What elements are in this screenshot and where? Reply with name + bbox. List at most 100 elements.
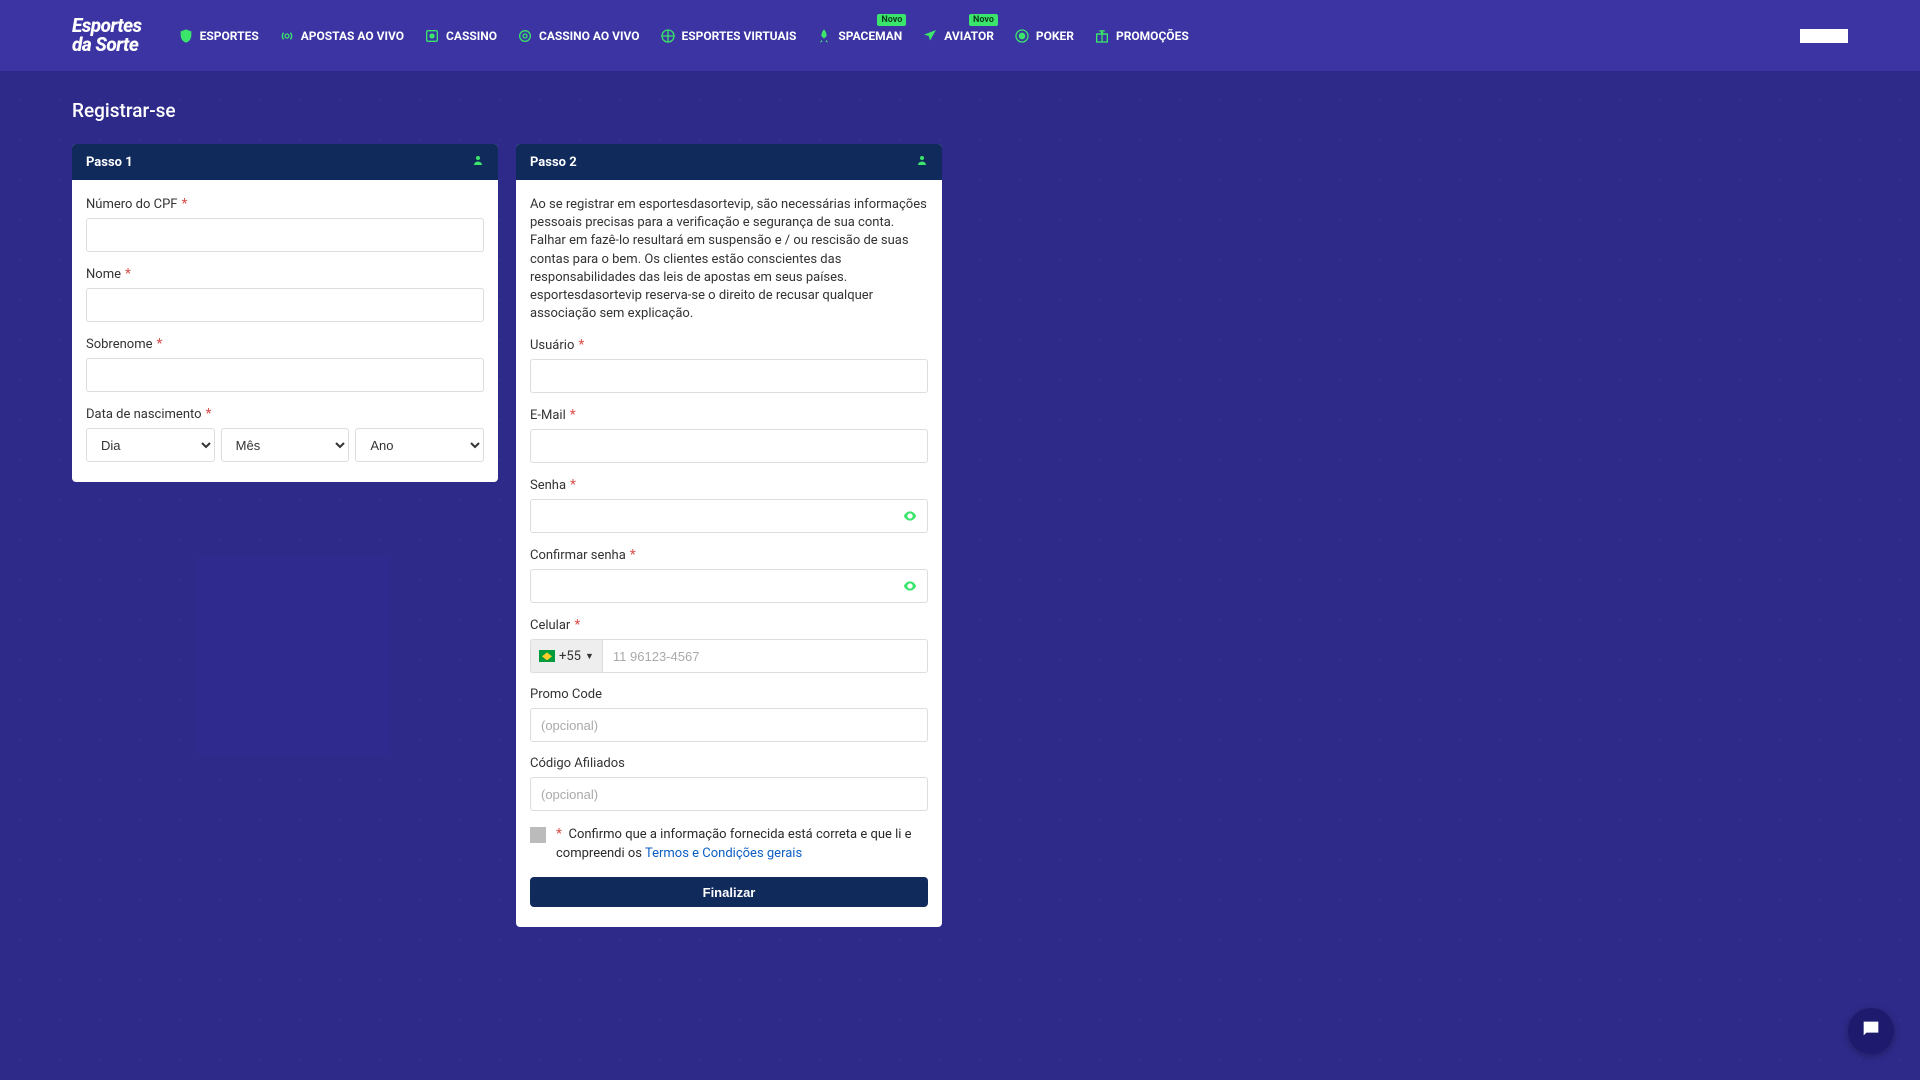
dob-day-select[interactable]: Dia	[86, 428, 215, 462]
phone-prefix-selector[interactable]: +55 ▼	[530, 639, 602, 673]
email-field: E-Mail *	[530, 407, 928, 463]
celular-field: Celular * +55 ▼	[530, 617, 928, 673]
step2-title: Passo 2	[530, 155, 577, 170]
brand-line2: da Sorte	[72, 36, 142, 54]
terms-row: * Confirmo que a informação fornecida es…	[530, 825, 928, 863]
nav-item-cassino-ao-vivo[interactable]: CASSINO AO VIVO	[517, 28, 640, 44]
form-row: Passo 1 Número do CPF* Nome* S	[72, 144, 1848, 927]
usuario-label: Usuário	[530, 338, 574, 353]
nav-item-promocoes[interactable]: PROMOÇÕES	[1094, 28, 1189, 44]
required-icon: *	[570, 407, 576, 423]
terms-checkbox[interactable]	[530, 827, 546, 843]
nav-item-poker[interactable]: POKER	[1014, 28, 1074, 44]
dob-month-select[interactable]: Mês	[221, 428, 350, 462]
submit-button[interactable]: Finalizar	[530, 877, 928, 907]
usuario-field: Usuário *	[530, 337, 928, 393]
step1-body: Número do CPF * Nome * Sobrenome * Data de …	[72, 180, 498, 482]
page-title: Registrar-se	[72, 99, 1848, 122]
step2-card: Passo 2 Ao se registrar em esportesdasor…	[516, 144, 942, 927]
phone-prefix-value: +55	[559, 649, 581, 664]
badge-novo: Novo	[877, 14, 906, 26]
nav-item-esportes[interactable]: ESPORTES	[178, 28, 259, 44]
header: Esportes da Sorte ESPORTES APOSTAS AO VI…	[0, 0, 1920, 71]
nav-label: PROMOÇÕES	[1116, 29, 1189, 43]
slot-icon	[424, 28, 440, 44]
poker-chip-icon	[1014, 28, 1030, 44]
user-icon	[916, 154, 928, 170]
celular-input[interactable]	[602, 639, 928, 673]
cpf-input[interactable]	[86, 218, 484, 252]
nav-item-aviator[interactable]: AVIATOR Novo	[922, 28, 994, 44]
email-input[interactable]	[530, 429, 928, 463]
step1-card: Passo 1 Número do CPF* Nome* S	[72, 144, 498, 482]
step1-header: Passo 1	[72, 144, 498, 180]
cpf-label: Número do CPF	[86, 197, 177, 212]
nav-label: CASSINO AO VIVO	[539, 29, 640, 43]
promo-input[interactable]	[530, 708, 928, 742]
required-icon: *	[157, 336, 163, 352]
afiliados-field: Código Afiliados	[530, 756, 928, 811]
promo-field: Promo Code	[530, 687, 928, 742]
promo-label: Promo Code	[530, 687, 602, 702]
nav-label: APOSTAS AO VIVO	[301, 29, 404, 43]
required-icon: *	[578, 337, 584, 353]
chat-fab[interactable]	[1848, 1008, 1894, 1054]
nav-item-apostas-ao-vivo[interactable]: APOSTAS AO VIVO	[279, 28, 404, 44]
chevron-down-icon: ▼	[585, 651, 594, 662]
gift-icon	[1094, 28, 1110, 44]
main-content: Registrar-se Passo 1 Número do CPF *	[0, 71, 1920, 987]
nav-label: SPACEMAN	[838, 29, 902, 43]
required-icon: *	[206, 406, 212, 422]
flag-brazil-icon	[539, 650, 555, 662]
step1-title: Passo 1	[86, 155, 133, 170]
nav-item-esportes-virtuais[interactable]: ESPORTES VIRTUAIS	[660, 28, 797, 44]
virtual-icon	[660, 28, 676, 44]
confirmar-label: Confirmar senha	[530, 548, 626, 563]
nome-label: Nome	[86, 267, 121, 282]
senha-field: Senha *	[530, 477, 928, 533]
left-placeholder-box	[196, 556, 390, 756]
brand-logo[interactable]: Esportes da Sorte	[72, 17, 142, 53]
nav-label: POKER	[1036, 29, 1074, 43]
sobrenome-input[interactable]	[86, 358, 484, 392]
confirmar-field: Confirmar senha *	[530, 547, 928, 603]
afiliados-input[interactable]	[530, 777, 928, 811]
dob-field: Data de nascimento* Dia Mês Ano	[86, 406, 484, 462]
nav-item-cassino[interactable]: CASSINO	[424, 28, 497, 44]
header-right-placeholder	[1800, 29, 1848, 43]
info-text: Ao se registrar em esportesdasortevip, s…	[530, 196, 928, 323]
required-icon: *	[574, 617, 580, 633]
eye-icon[interactable]	[902, 508, 918, 524]
user-icon	[472, 154, 484, 170]
senha-input[interactable]	[530, 499, 928, 533]
required-icon: *	[570, 477, 576, 493]
required-icon: *	[181, 196, 187, 212]
required-icon: *	[125, 266, 131, 282]
terms-link[interactable]: Termos e Condições gerais	[645, 846, 802, 861]
nav-label: CASSINO	[446, 29, 497, 43]
usuario-input[interactable]	[530, 359, 928, 393]
nav-item-spaceman[interactable]: SPACEMAN Novo	[816, 28, 902, 44]
eye-icon[interactable]	[902, 578, 918, 594]
step1-column: Passo 1 Número do CPF* Nome* S	[72, 144, 498, 927]
cpf-field: Número do CPF *	[86, 196, 484, 252]
nome-field: Nome *	[86, 266, 484, 322]
shield-icon	[178, 28, 194, 44]
required-icon: *	[630, 547, 636, 563]
main-nav: ESPORTES APOSTAS AO VIVO CASSINO CASSINO…	[178, 28, 1189, 44]
terms-text: * Confirmo que a informação fornecida es…	[556, 825, 928, 863]
nome-input[interactable]	[86, 288, 484, 322]
chip-icon	[517, 28, 533, 44]
email-label: E-Mail	[530, 408, 566, 423]
step2-header: Passo 2	[516, 144, 942, 180]
afiliados-label: Código Afiliados	[530, 756, 625, 771]
nav-label: AVIATOR	[944, 29, 994, 43]
dob-year-select[interactable]: Ano	[355, 428, 484, 462]
plane-icon	[922, 28, 938, 44]
badge-novo: Novo	[969, 14, 998, 26]
celular-label: Celular	[530, 618, 570, 633]
sobrenome-label: Sobrenome	[86, 337, 153, 352]
confirmar-input[interactable]	[530, 569, 928, 603]
nav-label: ESPORTES	[200, 29, 259, 43]
senha-label: Senha	[530, 478, 566, 493]
